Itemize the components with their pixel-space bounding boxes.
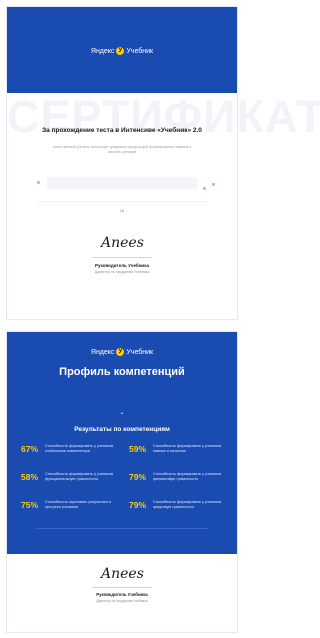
- competency-text: Способность формировать у учеников функц…: [45, 472, 114, 481]
- decor-dot: [37, 181, 40, 184]
- certificate-title: За прохождение теста в Интенсиве «Учебни…: [42, 127, 202, 134]
- profile-title: Профиль компетенций: [59, 366, 185, 378]
- signature-line: [92, 257, 152, 258]
- signer-name: Руководитель Учебника: [96, 592, 148, 597]
- competency-text: Способность формировать у учеников финан…: [153, 472, 222, 481]
- signature-image: Anees: [101, 235, 144, 251]
- certificate-watermark: СЕРТИФИКАТ: [7, 91, 320, 142]
- divider: [37, 201, 207, 202]
- profile-header: Яндекс У Учебник Профиль компетенций ⌄ Р…: [7, 332, 237, 554]
- competency-text: Способность формировать у учеников цифро…: [153, 500, 222, 509]
- profile-subtitle: Результаты по компетенциям: [74, 426, 170, 433]
- competency-item: 75% Способность оценивать результаты и п…: [21, 500, 125, 524]
- competency-percent: 75%: [21, 500, 39, 510]
- competency-item: 58% Способность формировать у учеников ф…: [21, 472, 125, 496]
- competency-text: Способность оценивать результаты и прогр…: [45, 500, 112, 509]
- competency-percent: 67%: [21, 444, 39, 454]
- brand-product: Учебник: [126, 47, 154, 55]
- brand-name: Яндекс: [90, 47, 115, 55]
- competency-item: 59% Способность формировать у учеников н…: [129, 444, 233, 468]
- competency-profile-page: Яндекс У Учебник Профиль компетенций ⌄ Р…: [6, 331, 238, 633]
- brand-logo: Яндекс У Учебник: [7, 47, 237, 55]
- signer-name: Руководитель Учебника: [95, 263, 149, 268]
- competency-percent: 59%: [129, 444, 147, 454]
- certificate-header: Яндекс У Учебник: [7, 7, 237, 93]
- competency-percent: 79%: [129, 500, 147, 510]
- brand-product: Учебник: [126, 348, 154, 356]
- certificate-description: Качественный учитель использует цифровые…: [52, 145, 192, 154]
- decor-dot: [212, 183, 215, 186]
- brand-logo: Яндекс У Учебник: [7, 348, 237, 356]
- brand-name: Яндекс: [90, 348, 115, 356]
- signature-image: Anees: [101, 566, 144, 582]
- divider: [35, 528, 209, 529]
- competency-item: 79% Способность формировать у учеников ф…: [129, 472, 233, 496]
- competency-percent: 79%: [129, 472, 147, 482]
- decor-dot: [203, 187, 206, 190]
- competency-item: 79% Способность формировать у учеников ц…: [129, 500, 233, 524]
- signer-role: Директор по продуктам Учебника: [94, 270, 150, 274]
- uchebnik-logo-icon: У: [116, 348, 125, 356]
- competency-percent: 58%: [21, 472, 39, 482]
- certificate-date: 18: [119, 208, 125, 213]
- recipient-name-redacted: [47, 177, 197, 189]
- competency-item: 67% Способность формировать у учеников г…: [21, 444, 125, 468]
- competency-text: Способность формировать у учеников навык…: [153, 444, 222, 453]
- uchebnik-logo-icon: У: [116, 47, 125, 55]
- competency-text: Способность формировать у учеников глоба…: [45, 444, 114, 453]
- signer-role: Директор по продуктам Учебника: [96, 599, 148, 603]
- chevron-down-icon: ⌄: [119, 410, 125, 416]
- certificate-page: Яндекс У Учебник СЕРТИФИКАТ За прохожден…: [6, 6, 320, 320]
- signature-line: [92, 587, 152, 588]
